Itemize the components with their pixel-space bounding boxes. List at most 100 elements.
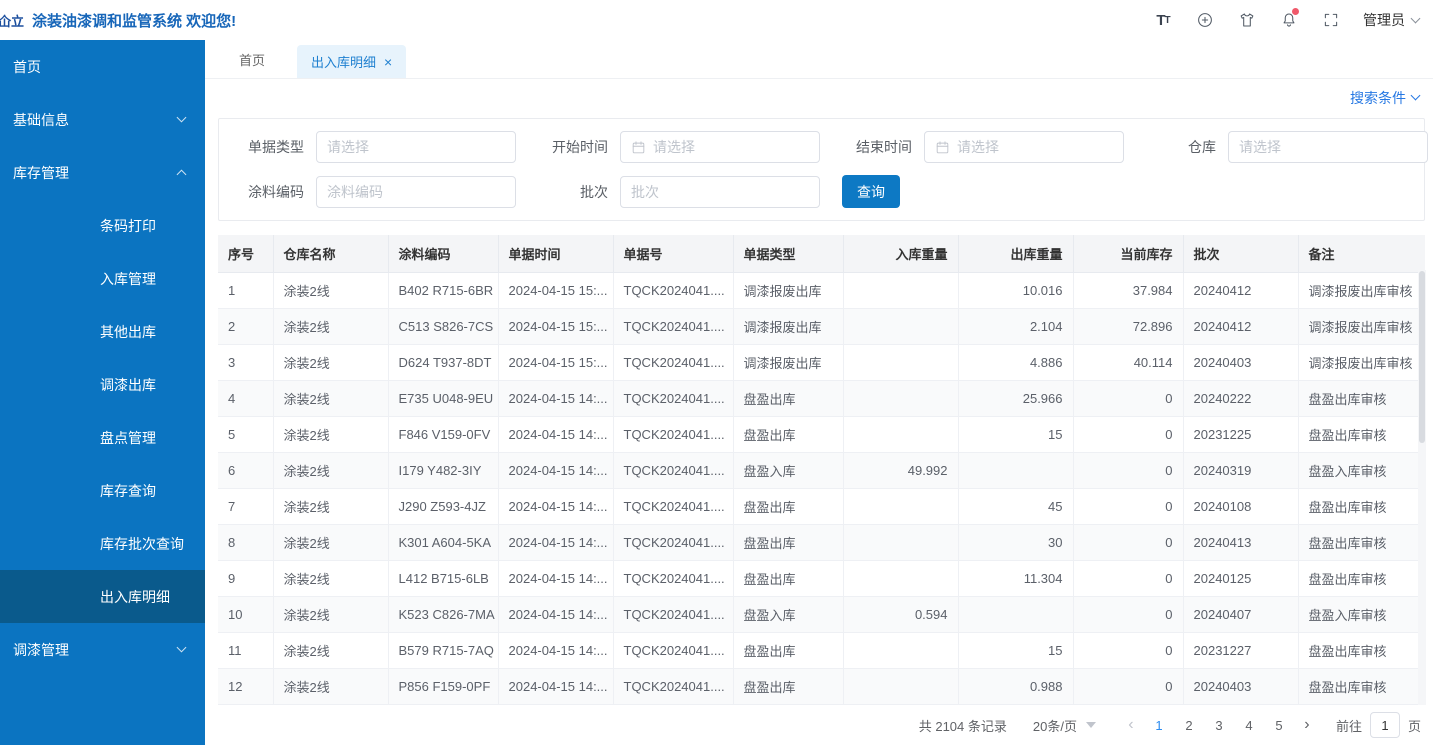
end-time-picker[interactable] <box>924 131 1124 163</box>
tab-inout-detail[interactable]: 出入库明细 × <box>297 45 406 78</box>
table-row[interactable]: 6 涂装2线 I179 Y482-3IY 2024-04-15 14:... T… <box>218 453 1425 489</box>
next-page-button[interactable]: › <box>1294 716 1320 734</box>
page-button-1[interactable]: 1 <box>1144 718 1174 733</box>
table-row[interactable]: 2 涂装2线 C513 S826-7CS 2024-04-15 15:... T… <box>218 309 1425 345</box>
paint-code-input[interactable] <box>327 184 505 200</box>
cell-batch: 20240222 <box>1183 381 1298 417</box>
font-size-icon[interactable]: TT <box>1153 10 1173 30</box>
page-button-4[interactable]: 4 <box>1234 718 1264 733</box>
cell-doc-type: 盘盈出库 <box>733 489 843 525</box>
goto-suffix: 页 <box>1408 716 1421 735</box>
cell-batch: 20231225 <box>1183 417 1298 453</box>
query-button[interactable]: 查询 <box>842 175 900 208</box>
doc-type-select[interactable] <box>316 131 516 163</box>
cell-batch: 20240412 <box>1183 309 1298 345</box>
table-row[interactable]: 10 涂装2线 K523 C826-7MA 2024-04-15 14:... … <box>218 597 1425 633</box>
chevron-down-icon <box>1411 13 1421 23</box>
table-row[interactable]: 5 涂装2线 F846 V159-0FV 2024-04-15 14:... T… <box>218 417 1425 453</box>
app-title: 涂装油漆调和监管系统 欢迎您! <box>32 10 236 31</box>
cell-warehouse-name: 涂装2线 <box>273 381 388 417</box>
cell-current-stock: 0 <box>1073 561 1183 597</box>
table-row[interactable]: 11 涂装2线 B579 R715-7AQ 2024-04-15 14:... … <box>218 633 1425 669</box>
sidebar-item-inbound-mgmt[interactable]: 入库管理 <box>0 252 205 305</box>
cell-warehouse-name: 涂装2线 <box>273 525 388 561</box>
sidebar-item-basic-info[interactable]: 基础信息 <box>0 93 205 146</box>
cell-out-weight <box>958 597 1073 633</box>
sidebar-item-home[interactable]: 首页 <box>0 40 205 93</box>
goto-page-input[interactable] <box>1370 712 1400 738</box>
end-time-input[interactable] <box>957 139 1113 155</box>
cell-in-weight <box>843 381 958 417</box>
page-button-2[interactable]: 2 <box>1174 718 1204 733</box>
batch-input[interactable] <box>631 184 809 200</box>
warehouse-select[interactable] <box>1228 131 1428 163</box>
cell-remark: 盘盈出库审核 <box>1298 417 1425 453</box>
sidebar-item-stocktake-mgmt[interactable]: 盘点管理 <box>0 411 205 464</box>
cell-seq: 1 <box>218 273 273 309</box>
search-toggle-row: 搜索条件 <box>205 79 1433 116</box>
warehouse-input[interactable] <box>1239 139 1417 155</box>
fullscreen-icon[interactable] <box>1321 10 1341 30</box>
column-header: 单据时间 <box>498 235 613 273</box>
tab-home[interactable]: 首页 <box>229 40 275 78</box>
total-records: 共 2104 条记录 <box>919 716 1007 735</box>
cell-paint-code: P856 F159-0PF <box>388 669 498 705</box>
cell-doc-no: TQCK2024041.... <box>613 489 733 525</box>
notifications-bell-icon[interactable] <box>1279 10 1299 30</box>
prev-page-button[interactable]: ‹ <box>1118 716 1144 734</box>
table-row[interactable]: 3 涂装2线 D624 T937-8DT 2024-04-15 15:... T… <box>218 345 1425 381</box>
table-row[interactable]: 7 涂装2线 J290 Z593-4JZ 2024-04-15 14:... T… <box>218 489 1425 525</box>
cell-seq: 5 <box>218 417 273 453</box>
cell-warehouse-name: 涂装2线 <box>273 489 388 525</box>
cell-paint-code: J290 Z593-4JZ <box>388 489 498 525</box>
table-row[interactable]: 8 涂装2线 K301 A604-5KA 2024-04-15 14:... T… <box>218 525 1425 561</box>
cell-warehouse-name: 涂装2线 <box>273 453 388 489</box>
page-size-select[interactable]: 20条/页 <box>1033 716 1096 735</box>
table-row[interactable]: 9 涂装2线 L412 B715-6LB 2024-04-15 14:... T… <box>218 561 1425 597</box>
sidebar-item-other-outbound[interactable]: 其他出库 <box>0 305 205 358</box>
column-header: 涂料编码 <box>388 235 498 273</box>
sidebar-item-barcode-print[interactable]: 条码打印 <box>0 199 205 252</box>
cell-seq: 4 <box>218 381 273 417</box>
table-row[interactable]: 1 涂装2线 B402 R715-6BR 2024-04-15 15:... T… <box>218 273 1425 309</box>
sidebar-menu: 首页 基础信息 库存管理 条码打印 入库管理 其他出库 调漆出库 <box>0 40 205 745</box>
cell-in-weight <box>843 669 958 705</box>
scrollbar-thumb[interactable] <box>1419 271 1425 443</box>
field-start-time: 开始时间 <box>538 131 820 163</box>
field-label: 单据类型 <box>234 137 304 157</box>
sidebar-item-label: 库存批次查询 <box>100 534 184 554</box>
circle-plus-icon[interactable] <box>1195 10 1215 30</box>
user-menu[interactable]: 管理员 <box>1363 10 1419 30</box>
sidebar-item-stock-batch-query[interactable]: 库存批次查询 <box>0 517 205 570</box>
start-time-input[interactable] <box>653 139 809 155</box>
sidebar-item-paint-outbound[interactable]: 调漆出库 <box>0 358 205 411</box>
page-button-5[interactable]: 5 <box>1264 718 1294 733</box>
cell-current-stock: 0 <box>1073 633 1183 669</box>
table-row[interactable]: 4 涂装2线 E735 U048-9EU 2024-04-15 14:... T… <box>218 381 1425 417</box>
page-button-3[interactable]: 3 <box>1204 718 1234 733</box>
cell-remark: 盘盈出库审核 <box>1298 669 1425 705</box>
paint-code-box[interactable] <box>316 176 516 208</box>
table-scrollbar[interactable] <box>1418 270 1426 745</box>
sidebar-item-paint-mixing-mgmt[interactable]: 调漆管理 <box>0 623 205 676</box>
sidebar-item-inout-detail[interactable]: 出入库明细 <box>0 570 205 623</box>
sidebar-item-inventory-mgmt[interactable]: 库存管理 <box>0 146 205 199</box>
cell-current-stock: 72.896 <box>1073 309 1183 345</box>
theme-shirt-icon[interactable] <box>1237 10 1257 30</box>
cell-paint-code: K301 A604-5KA <box>388 525 498 561</box>
cell-doc-time: 2024-04-15 14:... <box>498 669 613 705</box>
search-conditions-toggle[interactable]: 搜索条件 <box>1350 88 1419 108</box>
cell-remark: 盘盈入库审核 <box>1298 597 1425 633</box>
table-row[interactable]: 12 涂装2线 P856 F159-0PF 2024-04-15 14:... … <box>218 669 1425 705</box>
sidebar-item-stock-query[interactable]: 库存查询 <box>0 464 205 517</box>
start-time-picker[interactable] <box>620 131 820 163</box>
cell-out-weight: 15 <box>958 417 1073 453</box>
cell-out-weight: 10.016 <box>958 273 1073 309</box>
sidebar-item-label: 入库管理 <box>100 269 156 289</box>
cell-seq: 6 <box>218 453 273 489</box>
doc-type-input[interactable] <box>327 139 505 155</box>
close-icon[interactable]: × <box>384 55 392 69</box>
batch-box[interactable] <box>620 176 820 208</box>
cell-seq: 11 <box>218 633 273 669</box>
cell-in-weight <box>843 525 958 561</box>
